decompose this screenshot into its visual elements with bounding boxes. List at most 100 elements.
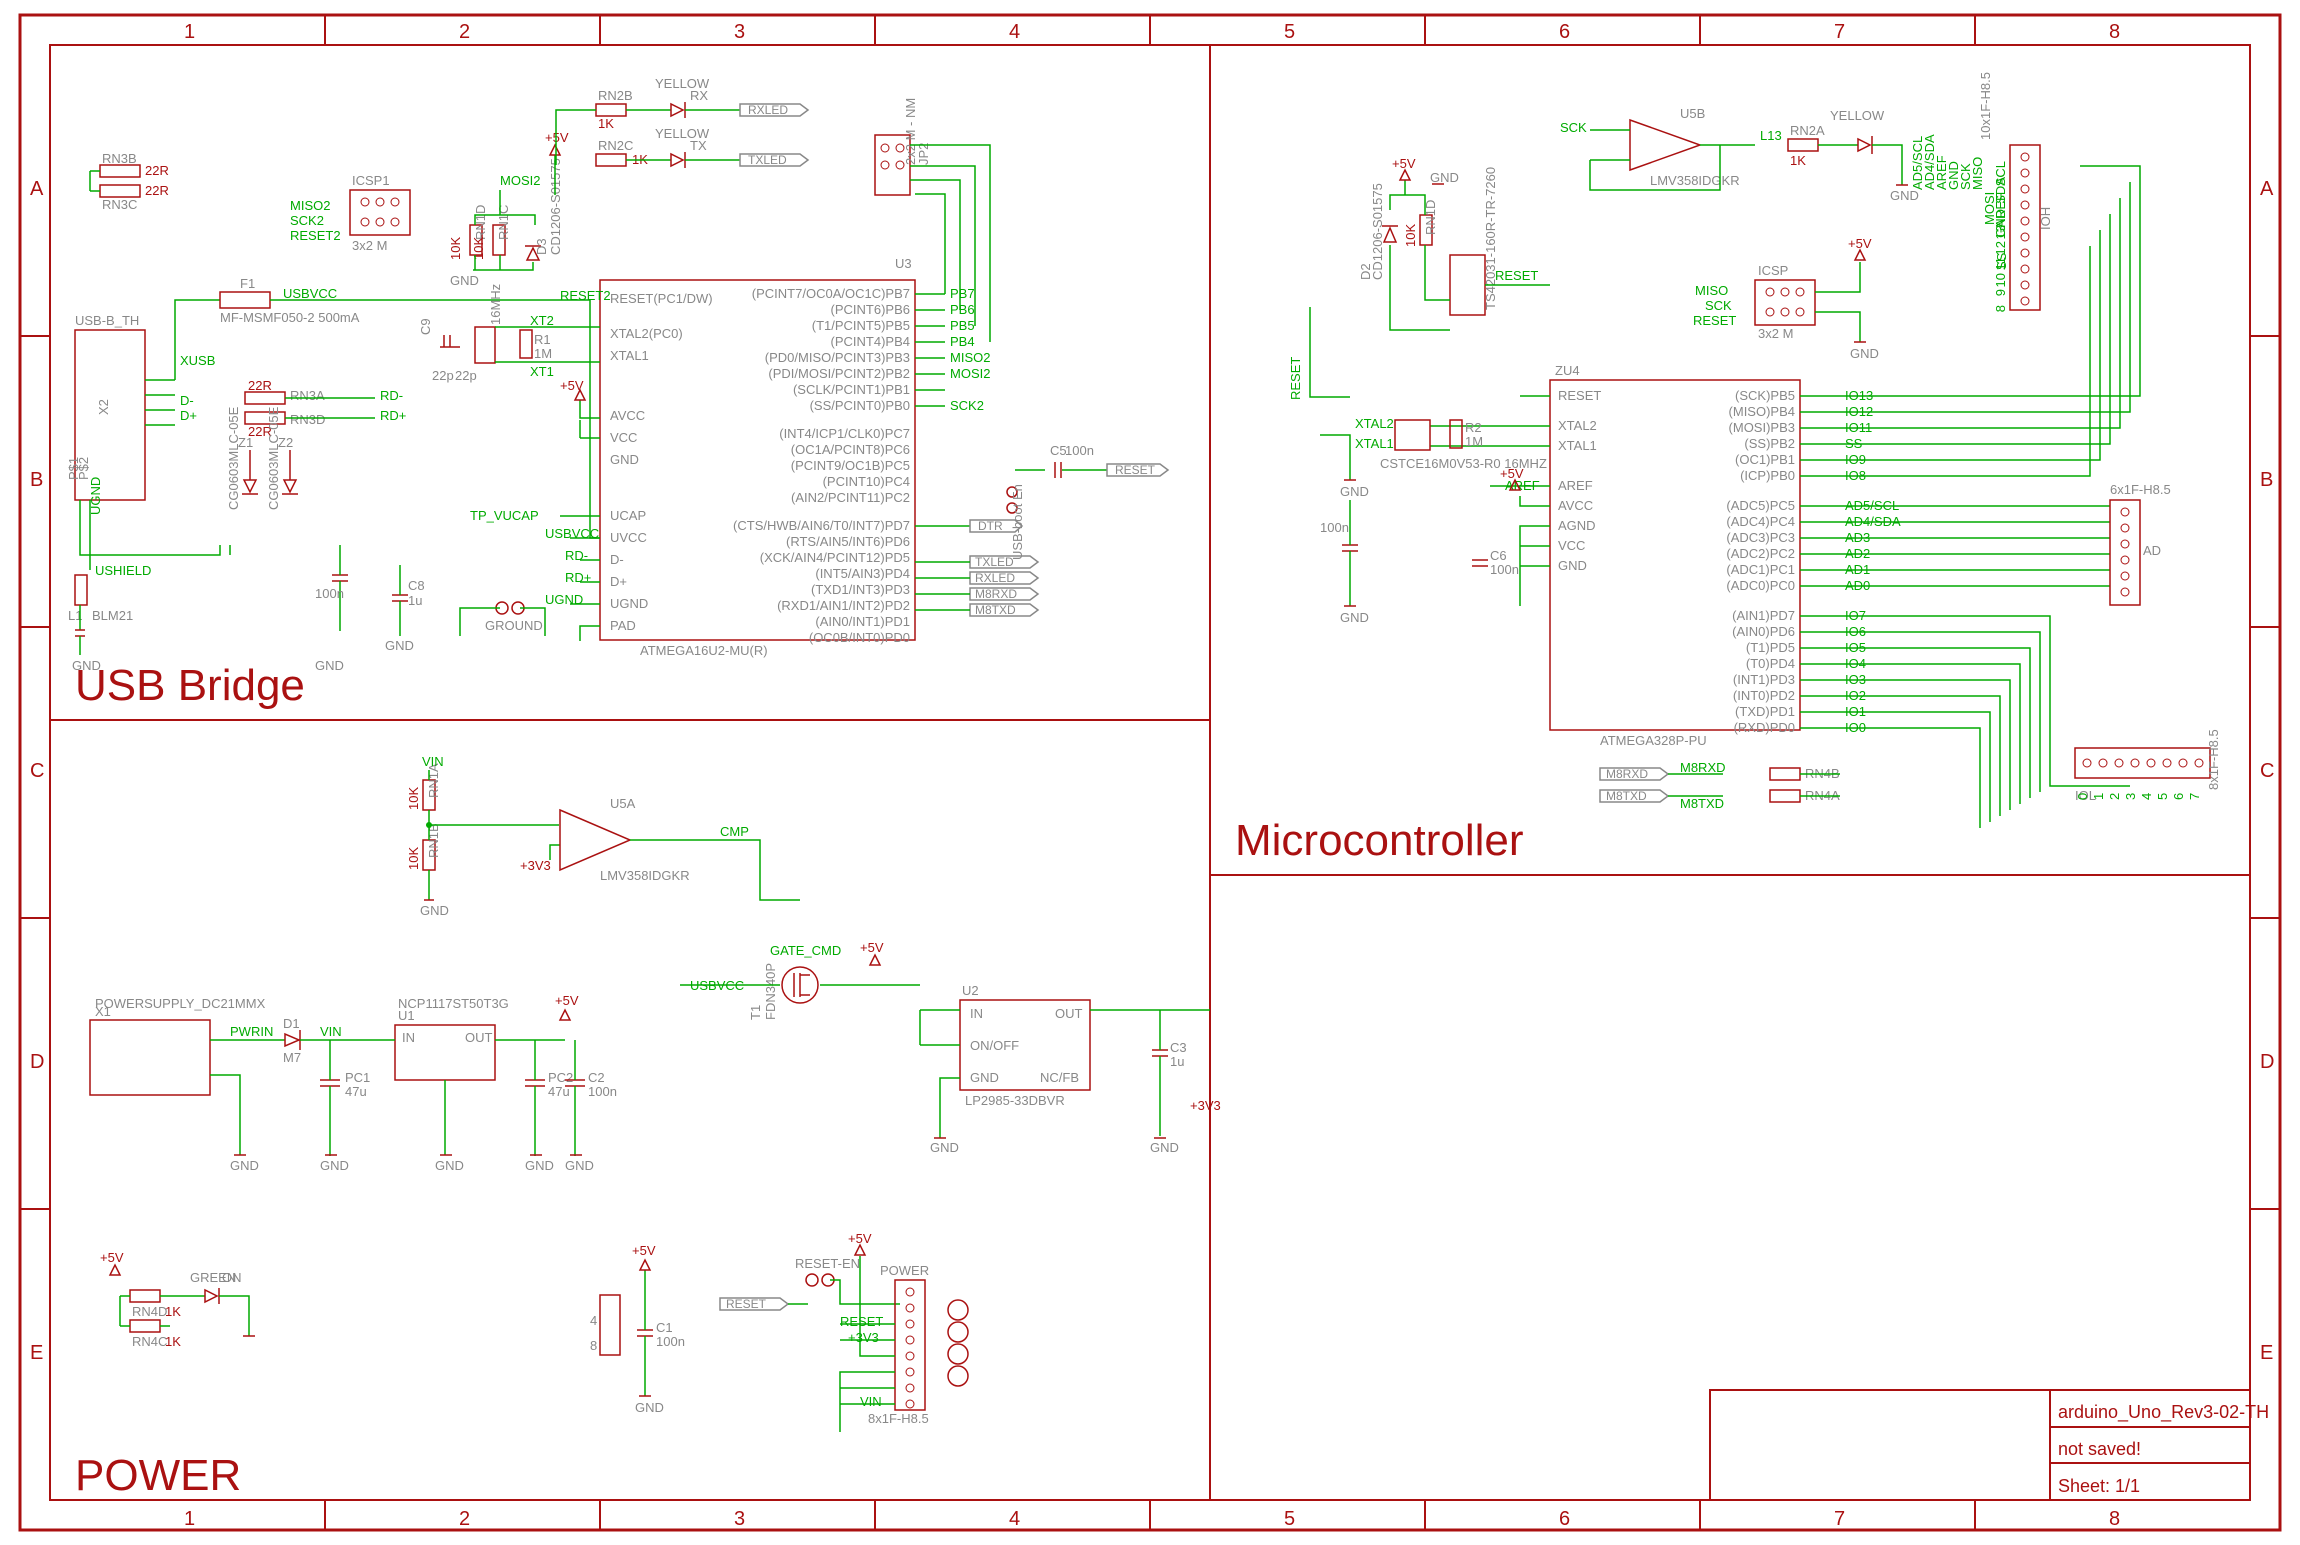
svg-text:(ADC2)PC2: (ADC2)PC2 [1726,546,1795,561]
svg-text:RN3C: RN3C [102,197,137,212]
svg-text:CG0603MLC-05E: CG0603MLC-05E [226,406,241,510]
svg-text:OUT: OUT [465,1030,493,1045]
svg-text:(INT4/ICP1/CLK0)PC7: (INT4/ICP1/CLK0)PC7 [779,426,910,441]
svg-text:8: 8 [2109,1508,2120,1530]
svg-text:T1: T1 [748,1005,763,1020]
svg-text:UGND: UGND [88,477,103,515]
usb-bridge-block: U3 ATMEGA16U2-MU(R) RESET(PC1/DW) XTAL2(… [66,76,1168,673]
svg-text:VIN: VIN [422,754,444,769]
power-block: X1 POWERSUPPLY_DC21MMX PWRIN D1 M7 VIN P… [90,754,1221,1432]
svg-text:NCP1117ST50T3G: NCP1117ST50T3G [398,996,509,1011]
svg-text:GND: GND [230,1158,259,1173]
svg-text:1: 1 [184,1508,195,1530]
svg-text:C: C [2260,760,2274,782]
svg-text:MISO2: MISO2 [290,198,330,213]
svg-text:RXLED: RXLED [975,571,1015,585]
svg-text:(SS)PB2: (SS)PB2 [1744,436,1795,451]
svg-text:IN: IN [402,1030,415,1045]
svg-text:+5V: +5V [1392,156,1416,171]
svg-text:22p: 22p [455,368,477,383]
svg-text:RN3D: RN3D [290,412,325,427]
title-name: arduino_Uno_Rev3-02-TH [2058,1402,2269,1423]
svg-text:RN2C: RN2C [598,138,633,153]
svg-text:GND: GND [1850,346,1879,361]
svg-text:+5V: +5V [848,1231,872,1246]
icsp1-header [350,190,410,235]
svg-text:ATMEGA16U2-MU(R): ATMEGA16U2-MU(R) [640,643,768,658]
schematic-sheet: 1 2 3 4 5 6 7 8 1 2 3 4 5 6 7 8 A B C D … [0,0,2300,1545]
svg-text:XTAL1: XTAL1 [1558,438,1597,453]
svg-text:B: B [2260,469,2273,491]
svg-text:(PCINT7/OC0A/OC1C)PB7: (PCINT7/OC0A/OC1C)PB7 [752,286,910,301]
svg-text:(AIN1)PD7: (AIN1)PD7 [1732,608,1795,623]
dc-jack [90,1020,210,1095]
row-D: D [30,1051,44,1073]
svg-text:BLM21: BLM21 [92,608,133,623]
svg-text:U5A: U5A [610,796,636,811]
svg-text:FDN340P: FDN340P [763,963,778,1020]
svg-text:XT1: XT1 [530,364,554,379]
power-header [895,1280,925,1410]
svg-text:GATE_CMD: GATE_CMD [770,943,841,958]
usb-connector: USB-B_TH X2 P$1 P$2 [66,313,145,500]
svg-text:+3V3: +3V3 [520,858,551,873]
svg-text:ON: ON [222,1270,242,1285]
svg-text:AVCC: AVCC [610,408,645,423]
title-sheet: Sheet: 1/1 [2058,1476,2140,1496]
svg-text:UCAP: UCAP [610,508,646,523]
svg-text:(MISO)PB4: (MISO)PB4 [1729,404,1795,419]
crystal-xt: 16MHz [475,284,503,363]
svg-text:XUSB: XUSB [180,353,215,368]
u5b-opamp [1630,120,1700,170]
col-4: 4 [1009,21,1020,43]
row-E: E [30,1342,43,1364]
svg-text:C8: C8 [408,578,425,593]
svg-text:(TXD)PD1: (TXD)PD1 [1735,704,1795,719]
svg-text:(T1/PCINT5)PB5: (T1/PCINT5)PB5 [812,318,910,333]
svg-text:2: 2 [459,1508,470,1530]
svg-text:3: 3 [2123,793,2138,800]
svg-text:6: 6 [2171,793,2186,800]
svg-text:MOSI2: MOSI2 [500,173,540,188]
svg-text:(PCINT6)PB6: (PCINT6)PB6 [831,302,910,317]
svg-text:M8TXD: M8TXD [1680,796,1724,811]
svg-text:10K: 10K [471,237,486,260]
svg-text:VCC: VCC [1558,538,1585,553]
svg-text:LP2985-33DBVR: LP2985-33DBVR [965,1093,1065,1108]
svg-text:8x1F-H8.5: 8x1F-H8.5 [2206,729,2221,790]
svg-text:1u: 1u [408,593,422,608]
svg-text:100n: 100n [315,586,344,601]
svg-text:(ADC0)PC0: (ADC0)PC0 [1726,578,1795,593]
svg-text:E: E [2260,1342,2273,1364]
svg-text:U5B: U5B [1680,106,1705,121]
svg-text:(OC1A/PCINT8)PC6: (OC1A/PCINT8)PC6 [791,442,910,457]
svg-text:(AIN0/INT1)PD1: (AIN0/INT1)PD1 [815,614,910,629]
svg-text:D3: D3 [534,238,549,255]
svg-text:MISO2: MISO2 [950,350,990,365]
svg-text:(XCK/AIN4/PCINT12)PD5: (XCK/AIN4/PCINT12)PD5 [760,550,910,565]
svg-text:(TXD1/INT3)PD3: (TXD1/INT3)PD3 [811,582,910,597]
svg-text:AD: AD [2143,543,2161,558]
svg-text:GND: GND [930,1140,959,1155]
svg-text:M8TXD: M8TXD [975,603,1016,617]
svg-text:USBVCC: USBVCC [283,286,337,301]
svg-text:M8RXD: M8RXD [1680,760,1726,775]
svg-text:GND: GND [635,1400,664,1415]
svg-text:1K: 1K [165,1334,181,1349]
svg-text:(ADC1)PC1: (ADC1)PC1 [1726,562,1795,577]
col-8: 8 [2109,21,2120,43]
svg-text:RN1C: RN1C [496,205,511,240]
svg-text:SCK2: SCK2 [950,398,984,413]
svg-text:XTAL1: XTAL1 [1355,436,1394,451]
svg-text:GND: GND [420,903,449,918]
svg-text:RESET: RESET [1288,357,1303,400]
svg-text:GND: GND [385,638,414,653]
svg-text:CSTCE16M0V53-R0 16MHZ: CSTCE16M0V53-R0 16MHZ [1380,456,1547,471]
svg-text:7: 7 [2187,793,2202,800]
svg-text:ON/OFF: ON/OFF [970,1038,1019,1053]
svg-text:3x2 M: 3x2 M [1758,326,1793,341]
col-6: 6 [1559,21,1570,43]
svg-text:+5V: +5V [860,940,884,955]
svg-text:UGND: UGND [610,596,648,611]
svg-text:M8RXD: M8RXD [1606,767,1648,781]
